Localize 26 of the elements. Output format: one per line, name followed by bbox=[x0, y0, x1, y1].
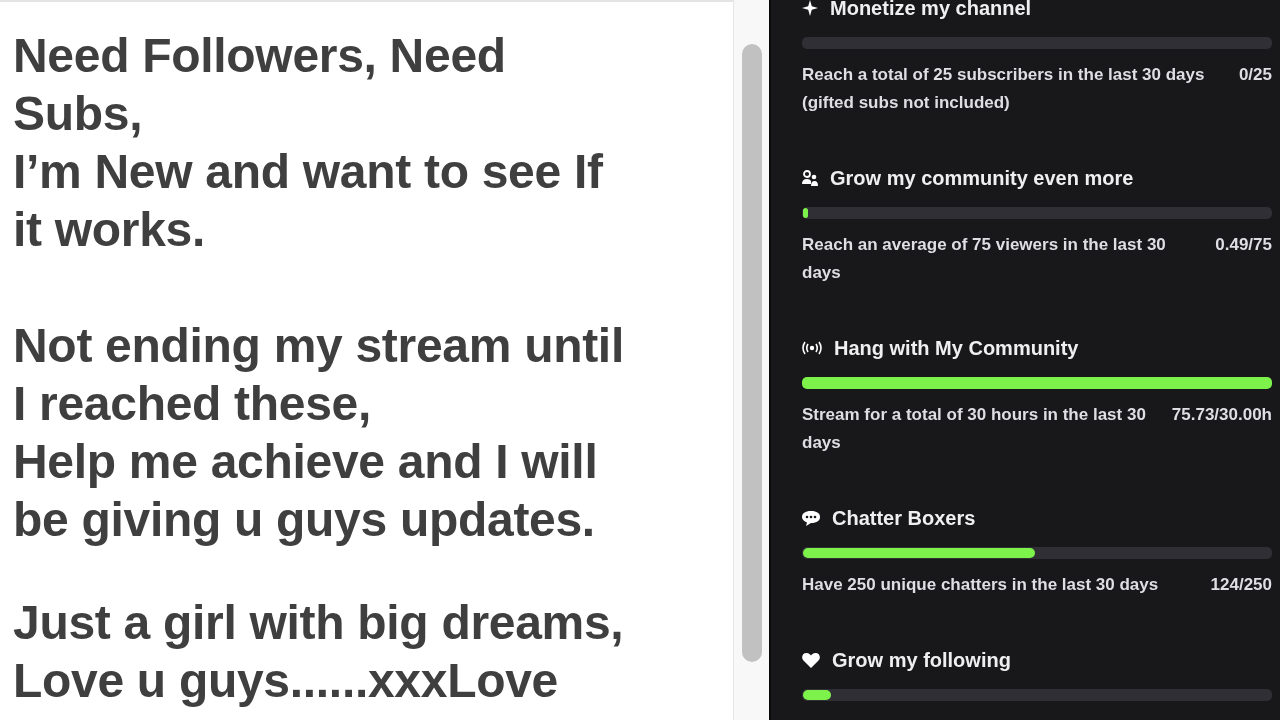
note-text: I’m New and want to see If bbox=[13, 144, 604, 200]
note-text: Just a girl with big dreams, bbox=[13, 595, 625, 651]
goal-description: Reach a total of 25 subscribers in the last 30 days (gifted subs not included) bbox=[802, 64, 1206, 114]
goal-description: Stream for a total of 30 hours in the last 30 days bbox=[802, 404, 1147, 454]
scrollbar-track[interactable] bbox=[733, 0, 769, 720]
chat-icon bbox=[802, 510, 820, 526]
note-text: it works. bbox=[13, 202, 207, 258]
goal-title: Monetize my channel bbox=[830, 0, 1032, 20]
note-text: Not ending my stream until bbox=[13, 318, 625, 374]
goal-description: Have 250 unique chatters in the last 30 days bbox=[802, 574, 1159, 596]
note-text: Love u guys......xxxLove bbox=[13, 653, 559, 709]
sparkle-icon bbox=[802, 0, 818, 16]
broadcast-icon bbox=[802, 341, 822, 355]
note-text: Help me achieve and I will bbox=[13, 434, 599, 490]
note-text: be giving u guys updates. bbox=[13, 492, 596, 548]
goal-title: Chatter Boxers bbox=[832, 506, 976, 530]
note-text: I reached these, bbox=[13, 376, 373, 432]
scrollbar-thumb[interactable] bbox=[742, 44, 762, 662]
heart-icon bbox=[802, 652, 820, 668]
goal-title: Grow my following bbox=[832, 648, 1011, 672]
note-text: Need Followers, Need bbox=[13, 28, 507, 84]
goal-title: Hang with My Community bbox=[834, 336, 1079, 360]
goal-title: Grow my community even more bbox=[830, 166, 1134, 190]
people-icon bbox=[802, 170, 818, 186]
note-text: Subs, bbox=[13, 86, 144, 142]
goal-description: Reach an average of 75 viewers in the last 30 days bbox=[802, 234, 1167, 284]
